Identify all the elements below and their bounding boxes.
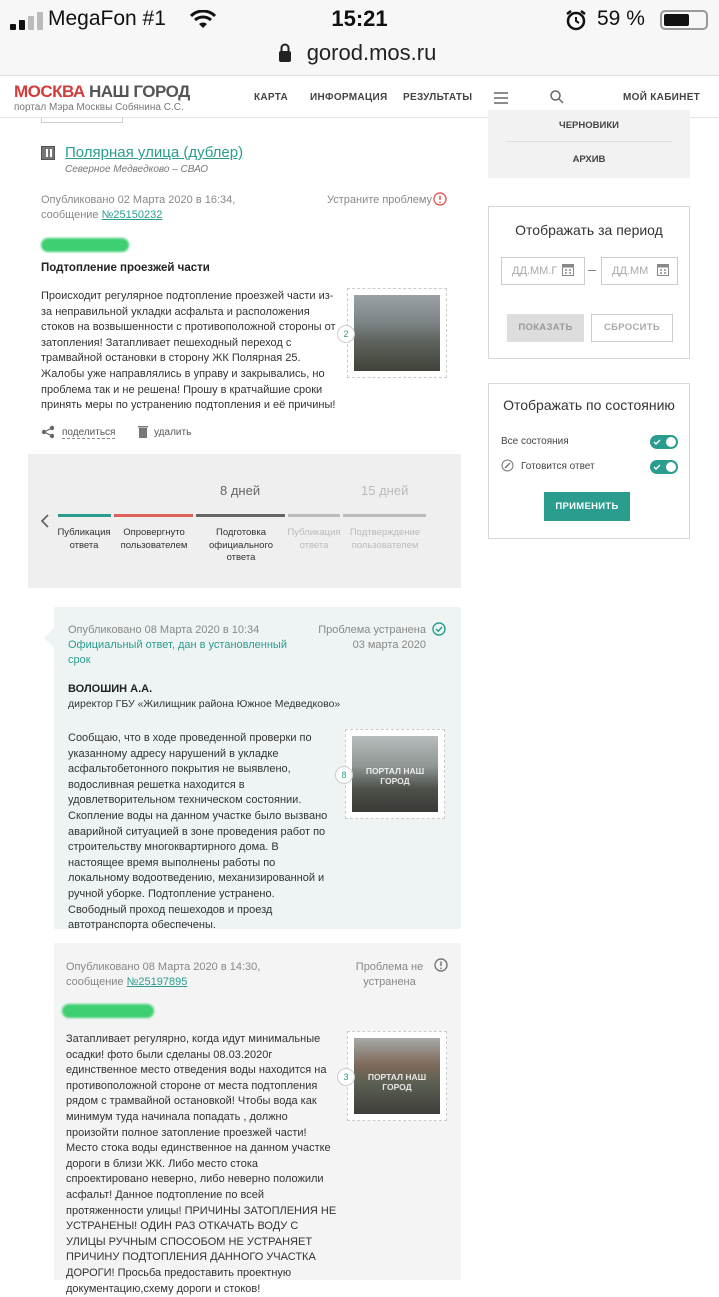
share-link[interactable]: поделиться — [62, 427, 116, 439]
sidebar-menu: ЧЕРНОВИКИ АРХИВ — [488, 110, 690, 178]
preparing-toggle[interactable] — [650, 460, 678, 474]
timeline-days-8: 8 дней — [220, 483, 261, 498]
check-circle-icon — [432, 622, 446, 636]
nav-results[interactable]: РЕЗУЛЬТАТЫ — [403, 92, 472, 103]
answer-photo[interactable]: ПОРТАЛ НАШ ГОРОД 8 — [335, 729, 445, 819]
timeline-step-4: Публикация ответа — [287, 527, 341, 551]
page-url: gorod.mos.ru — [306, 40, 437, 65]
sidebar-archive[interactable]: АРХИВ — [488, 154, 690, 165]
post1-meta: Опубликовано 02 Марта 2020 в 16:34, сооб… — [41, 194, 236, 221]
period-filter-panel: Отображать за период ДД.ММ.Г ДД.ММ ПОКАЗ… — [488, 206, 690, 359]
chevron-left-icon[interactable] — [40, 514, 50, 528]
reset-button[interactable]: СБРОСИТЬ — [591, 314, 673, 342]
battery-icon — [660, 10, 708, 30]
post2-meta: Опубликовано 08 Марта 2020 в 14:30, сооб… — [66, 961, 261, 988]
sidebar-drafts[interactable]: ЧЕРНОВИКИ — [488, 120, 690, 131]
site-logo[interactable]: МОСКВА НАШ ГОРОД — [14, 82, 190, 102]
timeline-segment-4 — [288, 514, 340, 517]
timeline-segment-5 — [343, 514, 426, 517]
apply-button[interactable]: ПРИМЕНИТЬ — [544, 492, 630, 521]
timeline-days-15: 15 дней — [361, 483, 409, 498]
answer-note: Официальный ответ, дан в установленный с… — [68, 639, 287, 666]
status-bar: MegaFon #1 15:21 59 % — [0, 0, 719, 40]
nav-info[interactable]: ИНФОРМАЦИЯ — [310, 92, 388, 103]
redacted-author — [41, 238, 129, 252]
photo-count-badge: 8 — [335, 766, 353, 784]
timeline-step-5: Подтверждение пользователем — [349, 527, 421, 551]
photo-watermark: ПОРТАЛ НАШ ГОРОД — [367, 1072, 427, 1092]
answer-text: Сообщаю, что в ходе проведенной проверки… — [68, 732, 328, 932]
status-timeline: 8 дней 15 дней Публикация ответа Опровер… — [28, 454, 461, 588]
timeline-segment-3 — [196, 514, 285, 517]
menu-icon[interactable] — [494, 92, 508, 104]
alarm-icon — [566, 10, 586, 31]
post1-status: Устраните проблему — [327, 194, 433, 206]
all-states-toggle[interactable] — [650, 435, 678, 449]
info-circle-icon — [434, 958, 448, 972]
nav-map[interactable]: КАРТА — [254, 92, 288, 103]
photo-watermark: ПОРТАЛ НАШ ГОРОД — [365, 766, 425, 786]
post1-title: Подтопление проезжей части — [41, 262, 210, 274]
timeline-segment-2 — [114, 514, 193, 517]
share-icon[interactable] — [41, 425, 55, 439]
timeline-step-1: Публикация ответа — [57, 527, 111, 551]
battery-percent: 59 % — [597, 7, 645, 30]
answer-published: Опубликовано 08 Марта 2020 в 10:34 — [68, 624, 260, 636]
answer-role: директор ГБУ «Жилищник района Южное Медв… — [68, 698, 341, 710]
divider — [506, 141, 672, 142]
preparing-label: Готовится ответ — [521, 461, 595, 472]
post2-message-link[interactable]: №25197895 — [127, 976, 188, 988]
object-icon — [41, 146, 55, 160]
post2-text: Затапливает регулярно, когда идут минима… — [66, 1033, 337, 1295]
trash-icon[interactable] — [137, 424, 149, 439]
timeline-step-3: Подготовка официального ответа — [209, 527, 273, 563]
timeline-segment-1 — [58, 514, 111, 517]
state-filter-panel: Отображать по состоянию Все состояния Го… — [488, 383, 690, 539]
edit-icon — [501, 459, 514, 472]
post1-photo[interactable]: 2 — [337, 288, 447, 378]
answer-pointer — [44, 628, 54, 648]
warning-icon — [433, 192, 447, 206]
redacted-author — [62, 1004, 154, 1018]
address-bar[interactable]: gorod.mos.ru — [0, 40, 719, 76]
my-cabinet-link[interactable]: МОЙ КАБИНЕТ — [623, 92, 700, 103]
post1-message-link[interactable]: №25150232 — [102, 209, 163, 221]
partial-button[interactable] — [41, 118, 123, 123]
date-separator — [588, 270, 596, 271]
post2-photo[interactable]: ПОРТАЛ НАШ ГОРОД 3 — [337, 1031, 447, 1121]
photo-count-badge: 2 — [337, 325, 355, 343]
answer-author: ВОЛОШИН А.А. — [68, 683, 153, 695]
period-filter-title: Отображать за период — [515, 222, 663, 238]
search-icon[interactable] — [550, 90, 564, 104]
logo-subtitle: портал Мэра Москвы Собянина С.С. — [14, 102, 184, 113]
all-states-label: Все состояния — [501, 436, 569, 447]
calendar-icon[interactable] — [657, 263, 669, 276]
object-area: Северное Медведково – СВАО — [65, 164, 209, 175]
post2-status: Проблема не устранена — [355, 961, 424, 988]
object-name-link[interactable]: Полярная улица (дублер) — [65, 144, 243, 161]
answer-status: Проблема устранена 03 марта 2020 — [318, 624, 426, 651]
timeline-step-2: Опровергнуто пользователем — [120, 527, 188, 551]
show-button[interactable]: ПОКАЗАТЬ — [507, 314, 584, 342]
state-filter-title: Отображать по состоянию — [503, 397, 675, 413]
photo-count-badge: 3 — [337, 1068, 355, 1086]
post1-text: Происходит регулярное подтопление проезж… — [41, 290, 336, 412]
calendar-icon[interactable] — [562, 263, 574, 276]
delete-link[interactable]: удалить — [154, 427, 191, 438]
